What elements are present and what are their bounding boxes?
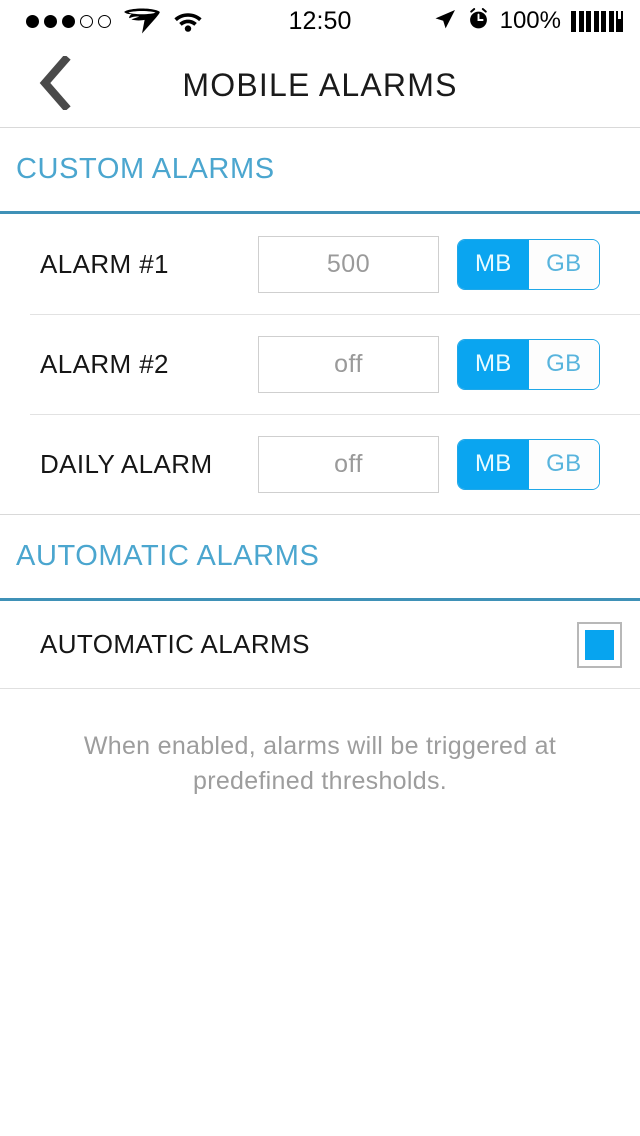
automatic-alarms-toggle-label: AUTOMATIC ALARMS xyxy=(40,629,310,659)
status-bar: 12:50 100% xyxy=(0,0,640,42)
nav-bar: MOBILE ALARMS xyxy=(0,42,640,128)
custom-alarms-list: ALARM #1 500 MB GB ALARM #2 off MB GB DA… xyxy=(0,214,640,514)
unit-option-mb[interactable]: MB xyxy=(458,339,529,389)
section-header-automatic-alarms-label: AUTOMATIC ALARMS xyxy=(16,540,320,572)
battery-percent-label: 100% xyxy=(499,7,561,34)
unit-option-gb[interactable]: GB xyxy=(528,339,599,389)
location-arrow-icon xyxy=(433,7,457,36)
app-screen: 12:50 100% MOBILE ALARMS CUSTOM ALARMS A… xyxy=(0,0,640,1136)
alarm-row: ALARM #1 500 MB GB xyxy=(0,214,640,314)
alarm-clock-icon xyxy=(467,7,490,36)
alarm-row-controls: 500 MB GB xyxy=(258,235,600,293)
alarm-row-label: ALARM #2 xyxy=(40,348,169,379)
alarm-row-controls: off MB GB xyxy=(258,335,600,393)
alarm-threshold-input[interactable]: off xyxy=(258,335,439,393)
alarm-row-controls: off MB GB xyxy=(258,435,600,493)
section-header-custom-alarms: CUSTOM ALARMS xyxy=(0,128,640,214)
alarm-row-label: DAILY ALARM xyxy=(40,448,213,479)
alarm-threshold-input[interactable]: off xyxy=(258,435,439,493)
checkbox-checked-icon xyxy=(585,629,614,660)
section-header-custom-alarms-label: CUSTOM ALARMS xyxy=(16,153,275,185)
unit-option-gb[interactable]: GB xyxy=(528,439,599,489)
automatic-alarms-checkbox[interactable] xyxy=(577,621,622,668)
automatic-alarms-toggle-row[interactable]: AUTOMATIC ALARMS xyxy=(0,601,640,689)
unit-option-gb[interactable]: GB xyxy=(528,239,599,289)
unit-segmented-control: MB GB xyxy=(457,238,600,290)
battery-charging-icon xyxy=(571,10,623,32)
alarm-threshold-input[interactable]: 500 xyxy=(258,235,439,293)
status-bar-clock: 12:50 xyxy=(288,6,352,35)
unit-option-mb[interactable]: MB xyxy=(458,439,529,489)
alarm-row-label: ALARM #1 xyxy=(40,248,169,279)
unit-segmented-control: MB GB xyxy=(457,438,600,490)
section-header-automatic-alarms: AUTOMATIC ALARMS xyxy=(0,515,640,601)
unit-option-mb[interactable]: MB xyxy=(458,239,529,289)
alarm-row: ALARM #2 off MB GB xyxy=(0,314,640,414)
alarm-row: DAILY ALARM off MB GB xyxy=(0,414,640,514)
page-title: MOBILE ALARMS xyxy=(182,66,458,103)
automatic-alarms-note: When enabled, alarms will be triggered a… xyxy=(83,732,557,795)
unit-segmented-control: MB GB xyxy=(457,338,600,390)
status-bar-right: 100% xyxy=(433,0,623,42)
